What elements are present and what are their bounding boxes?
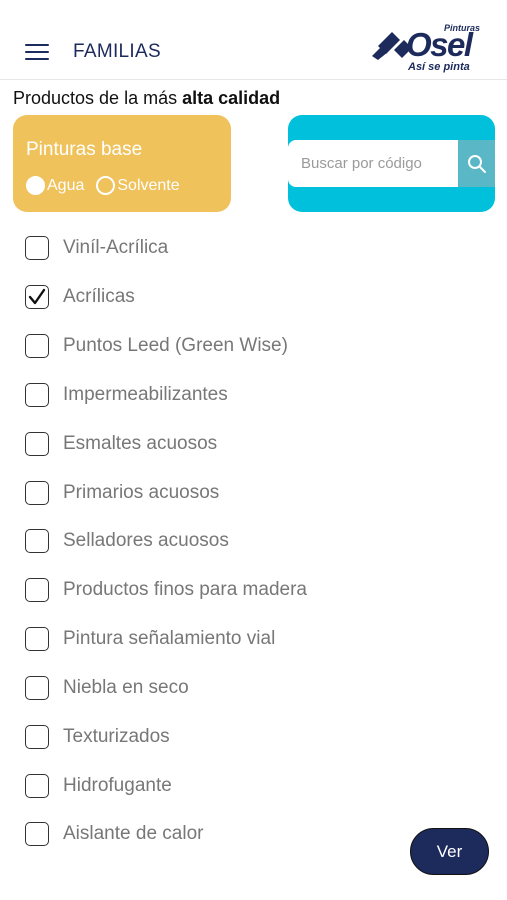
family-label: Viníl-Acrílica xyxy=(63,237,169,258)
page-title: FAMILIAS xyxy=(73,41,161,62)
subtitle-prefix: Productos de la más xyxy=(13,88,183,108)
checkbox[interactable] xyxy=(25,822,49,846)
logo-wordmark: Osel xyxy=(406,26,473,63)
family-label: Niebla en seco xyxy=(63,677,189,698)
family-item-niebla-en-seco[interactable]: Niebla en seco xyxy=(25,666,465,710)
checkbox[interactable] xyxy=(25,481,49,505)
base-paint-filter-card: Pinturas base Agua Solvente xyxy=(13,115,231,212)
family-label: Hidrofugante xyxy=(63,775,172,796)
search-button[interactable] xyxy=(458,140,495,187)
checkbox[interactable] xyxy=(25,334,49,358)
page-subtitle: Productos de la más alta calidad xyxy=(13,88,280,109)
family-label: Puntos Leed (Green Wise) xyxy=(63,335,288,356)
family-label: Esmaltes acuosos xyxy=(63,433,218,454)
family-label: Texturizados xyxy=(63,726,170,747)
radio-selected-icon xyxy=(26,176,45,195)
checkbox[interactable] xyxy=(25,432,49,456)
family-item-texturizados[interactable]: Texturizados xyxy=(25,715,465,759)
checkmark-icon xyxy=(28,288,46,305)
subtitle-bold: alta calidad xyxy=(182,88,281,108)
radio-label: Solvente xyxy=(117,176,180,194)
logo-tagline: Así se pinta xyxy=(408,61,470,73)
family-label: Productos finos para madera xyxy=(63,579,307,600)
checkbox[interactable] xyxy=(25,578,49,602)
checkbox-checked[interactable] xyxy=(25,285,49,309)
family-item-pintura-senalamiento-vial[interactable]: Pintura señalamiento vial xyxy=(25,617,465,661)
family-item-primarios-acuosos[interactable]: Primarios acuosos xyxy=(25,471,465,515)
checkbox[interactable] xyxy=(25,383,49,407)
ver-button[interactable]: Ver xyxy=(410,828,489,875)
checkbox[interactable] xyxy=(25,774,49,798)
family-label: Primarios acuosos xyxy=(63,482,220,503)
family-label: Pintura señalamiento vial xyxy=(63,628,276,649)
family-item-puntos-leed[interactable]: Puntos Leed (Green Wise) xyxy=(25,324,465,368)
family-item-selladores-acuosos[interactable]: Selladores acuosos xyxy=(25,519,465,563)
radio-unselected-icon xyxy=(96,176,116,195)
checkbox[interactable] xyxy=(25,676,49,700)
radio-solvente[interactable]: Solvente xyxy=(96,176,180,195)
family-label: Acrílicas xyxy=(63,286,135,307)
search-card xyxy=(288,115,495,212)
search-icon xyxy=(467,154,486,173)
family-item-esmaltes-acuosos[interactable]: Esmaltes acuosos xyxy=(25,422,465,466)
family-item-productos-finos-madera[interactable]: Productos finos para madera xyxy=(25,568,465,612)
radio-label: Agua xyxy=(47,176,85,194)
family-label: Impermeabilizantes xyxy=(63,384,228,405)
radio-agua[interactable]: Agua xyxy=(26,176,84,195)
checkbox[interactable] xyxy=(25,529,49,553)
checkbox[interactable] xyxy=(25,627,49,651)
checkbox[interactable] xyxy=(25,725,49,749)
family-item-hidrofugante[interactable]: Hidrofugante xyxy=(25,764,465,808)
family-item-vinil-acrilica[interactable]: Viníl-Acrílica xyxy=(25,226,465,270)
family-item-impermeabilizantes[interactable]: Impermeabilizantes xyxy=(25,373,465,417)
family-label: Selladores acuosos xyxy=(63,530,229,551)
family-label: Aislante de calor xyxy=(63,823,204,844)
search-input[interactable] xyxy=(288,140,458,187)
base-paint-title: Pinturas base xyxy=(26,139,143,160)
hamburger-menu-icon[interactable] xyxy=(25,42,49,62)
family-item-aislante-de-calor[interactable]: Aislante de calor xyxy=(25,812,465,856)
family-item-acrilicas[interactable]: Acrílicas xyxy=(25,275,465,319)
app-header: FAMILIAS Pinturas Osel Así se pinta xyxy=(0,0,507,80)
base-radio-group: Agua Solvente xyxy=(26,176,192,195)
checkbox[interactable] xyxy=(25,236,49,260)
osel-logo: Pinturas Osel Así se pinta xyxy=(372,24,487,76)
